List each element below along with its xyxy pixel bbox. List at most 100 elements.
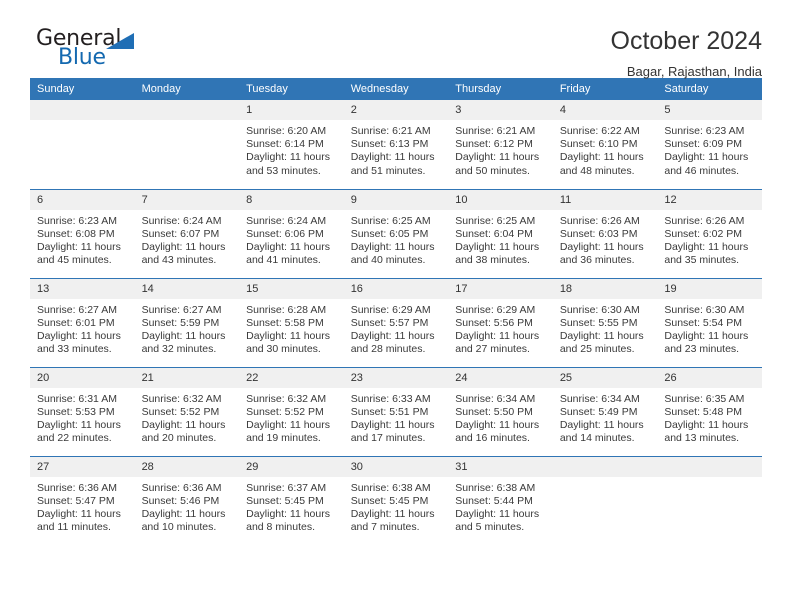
daylight-text-line2: and 35 minutes. xyxy=(664,254,740,267)
day-cell[interactable]: 6 Sunrise: 6:23 AM Sunset: 6:08 PM Daylight… xyxy=(30,188,135,278)
weekday-header-tuesday: Tuesday xyxy=(239,78,344,100)
daylight-text-line1: Daylight: 11 hours xyxy=(664,329,749,342)
day-number: 21 xyxy=(134,367,240,388)
day-cell[interactable]: 16 Sunrise: 6:29 AM Sunset: 5:57 PM Dayligh… xyxy=(343,277,449,367)
day-cell-content: 7 Sunrise: 6:24 AM Sunset: 6:07 PM Daylight… xyxy=(134,189,240,278)
daylight-text-line2: and 38 minutes. xyxy=(455,254,530,267)
weekday-header-sunday: Sunday xyxy=(30,78,135,100)
daylight-text-line1: Daylight: 11 hours xyxy=(455,418,540,431)
day-cell[interactable]: 28 Sunrise: 6:36 AM Sunset: 5:46 PM Dayligh… xyxy=(134,455,240,545)
daylight-text-line1: Daylight: 11 hours xyxy=(141,329,226,342)
day-cell-content: 18 Sunrise: 6:30 AM Sunset: 5:55 PM Dayligh… xyxy=(552,278,658,367)
day-cell[interactable]: 5 Sunrise: 6:23 AM Sunset: 6:09 PM Daylight… xyxy=(657,100,762,189)
sunset-text: Sunset: 5:47 PM xyxy=(37,494,115,507)
day-cell[interactable]: 21 Sunrise: 6:32 AM Sunset: 5:52 PM Dayligh… xyxy=(134,366,240,456)
sunset-text: Sunset: 6:03 PM xyxy=(559,227,638,240)
day-cell[interactable] xyxy=(30,100,135,189)
day-cell[interactable]: 12 Sunrise: 6:26 AM Sunset: 6:02 PM Dayligh… xyxy=(657,188,762,278)
day-cell[interactable]: 9 Sunrise: 6:25 AM Sunset: 6:05 PM Daylight… xyxy=(343,188,449,278)
day-cell[interactable]: 17 Sunrise: 6:29 AM Sunset: 5:56 PM Dayligh… xyxy=(448,277,553,367)
day-cell-content: 23 Sunrise: 6:33 AM Sunset: 5:51 PM Dayligh… xyxy=(343,367,449,456)
day-details: Sunrise: 6:36 AM Sunset: 5:46 PM Daylight:… xyxy=(135,477,240,535)
day-cell-content: 2 Sunrise: 6:21 AM Sunset: 6:13 PM Daylight… xyxy=(343,100,449,188)
day-cell[interactable]: 13 Sunrise: 6:27 AM Sunset: 6:01 PM Dayligh… xyxy=(30,277,135,367)
day-cell-content: 14 Sunrise: 6:27 AM Sunset: 5:59 PM Dayligh… xyxy=(134,278,240,367)
daylight-text-line1: Daylight: 11 hours xyxy=(141,240,226,253)
daylight-text-line1: Daylight: 11 hours xyxy=(559,240,644,253)
day-cell[interactable] xyxy=(134,100,240,189)
sunrise-text: Sunrise: 6:34 AM xyxy=(455,392,536,405)
sunrise-text: Sunrise: 6:31 AM xyxy=(37,392,117,405)
day-cell[interactable]: 15 Sunrise: 6:28 AM Sunset: 5:58 PM Dayligh… xyxy=(239,277,344,367)
day-cell[interactable]: 19 Sunrise: 6:30 AM Sunset: 5:54 PM Dayligh… xyxy=(657,277,762,367)
page-title: October 2024 xyxy=(610,27,763,55)
day-cell[interactable]: 31 Sunrise: 6:38 AM Sunset: 5:44 PM Dayligh… xyxy=(448,455,553,545)
day-details: Sunrise: 6:27 AM Sunset: 6:01 PM Daylight:… xyxy=(30,299,135,357)
day-cell[interactable]: 20 Sunrise: 6:31 AM Sunset: 5:53 PM Dayligh… xyxy=(30,366,135,456)
general-blue-logo: General Blue xyxy=(30,26,150,76)
day-cell[interactable]: 29 Sunrise: 6:37 AM Sunset: 5:45 PM Dayligh… xyxy=(239,455,344,545)
day-cell-content: 16 Sunrise: 6:29 AM Sunset: 5:57 PM Dayligh… xyxy=(343,278,449,367)
day-cell-content: 11 Sunrise: 6:26 AM Sunset: 6:03 PM Dayligh… xyxy=(552,189,658,278)
day-cell-content: 4 Sunrise: 6:22 AM Sunset: 6:10 PM Daylight… xyxy=(552,100,658,188)
daylight-text-line2: and 40 minutes. xyxy=(350,254,426,267)
day-details: Sunrise: 6:35 AM Sunset: 5:48 PM Daylight:… xyxy=(657,388,762,446)
day-cell[interactable]: 8 Sunrise: 6:24 AM Sunset: 6:06 PM Daylight… xyxy=(239,188,344,278)
daylight-text-line1: Daylight: 11 hours xyxy=(559,329,644,342)
day-cell[interactable]: 10 Sunrise: 6:25 AM Sunset: 6:04 PM Dayligh… xyxy=(448,188,553,278)
day-cell-content: 22 Sunrise: 6:32 AM Sunset: 5:52 PM Dayligh… xyxy=(239,367,344,456)
daylight-text-line2: and 45 minutes. xyxy=(37,254,112,267)
sunrise-text: Sunrise: 6:36 AM xyxy=(37,481,117,494)
day-cell-content: 24 Sunrise: 6:34 AM Sunset: 5:50 PM Dayligh… xyxy=(448,367,553,456)
day-cell[interactable] xyxy=(552,455,658,545)
day-number: 19 xyxy=(657,278,762,299)
daylight-text-line2: and 19 minutes. xyxy=(246,432,321,445)
weekday-header-saturday: Saturday xyxy=(657,78,762,100)
daylight-text-line2: and 13 minutes. xyxy=(664,432,740,445)
day-cell[interactable]: 1 Sunrise: 6:20 AM Sunset: 6:14 PM Daylight… xyxy=(239,100,344,189)
sunset-text: Sunset: 6:08 PM xyxy=(37,227,115,240)
day-cell[interactable]: 25 Sunrise: 6:34 AM Sunset: 5:49 PM Dayligh… xyxy=(552,366,658,456)
day-cell-content xyxy=(134,100,240,188)
day-number: 7 xyxy=(134,189,240,210)
day-number: 29 xyxy=(239,456,344,477)
week-row: 1 Sunrise: 6:20 AM Sunset: 6:14 PM Daylight… xyxy=(30,100,762,189)
day-number: 11 xyxy=(552,189,658,210)
day-cell[interactable]: 26 Sunrise: 6:35 AM Sunset: 5:48 PM Dayligh… xyxy=(657,366,762,456)
sunset-text: Sunset: 6:02 PM xyxy=(664,227,743,240)
day-cell[interactable]: 3 Sunrise: 6:21 AM Sunset: 6:12 PM Daylight… xyxy=(448,100,553,189)
day-cell[interactable]: 22 Sunrise: 6:32 AM Sunset: 5:52 PM Dayligh… xyxy=(239,366,344,456)
day-number: 4 xyxy=(552,100,658,120)
daylight-text-line2: and 23 minutes. xyxy=(664,343,740,356)
day-cell[interactable]: 30 Sunrise: 6:38 AM Sunset: 5:45 PM Dayligh… xyxy=(343,455,449,545)
daylight-text-line1: Daylight: 11 hours xyxy=(246,329,330,342)
daylight-text-line2: and 41 minutes. xyxy=(246,254,321,267)
weekday-header-row: Sunday Monday Tuesday Wednesday Thursday… xyxy=(30,78,762,100)
day-cell[interactable]: 24 Sunrise: 6:34 AM Sunset: 5:50 PM Dayligh… xyxy=(448,366,553,456)
sunrise-text: Sunrise: 6:27 AM xyxy=(141,303,222,316)
day-cell[interactable]: 18 Sunrise: 6:30 AM Sunset: 5:55 PM Dayligh… xyxy=(552,277,658,367)
daylight-text-line1: Daylight: 11 hours xyxy=(350,151,435,164)
day-cell[interactable]: 23 Sunrise: 6:33 AM Sunset: 5:51 PM Dayligh… xyxy=(343,366,449,456)
day-cell[interactable]: 7 Sunrise: 6:24 AM Sunset: 6:07 PM Daylight… xyxy=(134,188,240,278)
day-cell[interactable]: 14 Sunrise: 6:27 AM Sunset: 5:59 PM Dayligh… xyxy=(134,277,240,367)
day-number: 3 xyxy=(448,100,553,120)
day-cell[interactable]: 2 Sunrise: 6:21 AM Sunset: 6:13 PM Daylight… xyxy=(343,100,449,189)
sunrise-text: Sunrise: 6:38 AM xyxy=(455,481,536,494)
daylight-text-line1: Daylight: 11 hours xyxy=(37,507,121,520)
day-cell[interactable] xyxy=(657,455,762,545)
calendar-grid: Sunday Monday Tuesday Wednesday Thursday… xyxy=(30,78,762,545)
day-number xyxy=(552,456,658,477)
daylight-text-line1: Daylight: 11 hours xyxy=(664,418,749,431)
logo-text-blue: Blue xyxy=(58,45,106,70)
day-number: 20 xyxy=(30,367,135,388)
day-details: Sunrise: 6:26 AM Sunset: 6:02 PM Daylight:… xyxy=(657,210,762,268)
day-cell[interactable]: 4 Sunrise: 6:22 AM Sunset: 6:10 PM Daylight… xyxy=(552,100,658,189)
sunset-text: Sunset: 5:45 PM xyxy=(350,494,429,507)
day-cell[interactable]: 27 Sunrise: 6:36 AM Sunset: 5:47 PM Dayligh… xyxy=(30,455,135,545)
day-cell-content: 10 Sunrise: 6:25 AM Sunset: 6:04 PM Dayligh… xyxy=(448,189,553,278)
sunrise-text: Sunrise: 6:24 AM xyxy=(246,214,327,227)
day-details: Sunrise: 6:26 AM Sunset: 6:03 PM Daylight:… xyxy=(553,210,658,268)
day-cell[interactable]: 11 Sunrise: 6:26 AM Sunset: 6:03 PM Dayligh… xyxy=(552,188,658,278)
weekday-header-friday: Friday xyxy=(552,78,658,100)
